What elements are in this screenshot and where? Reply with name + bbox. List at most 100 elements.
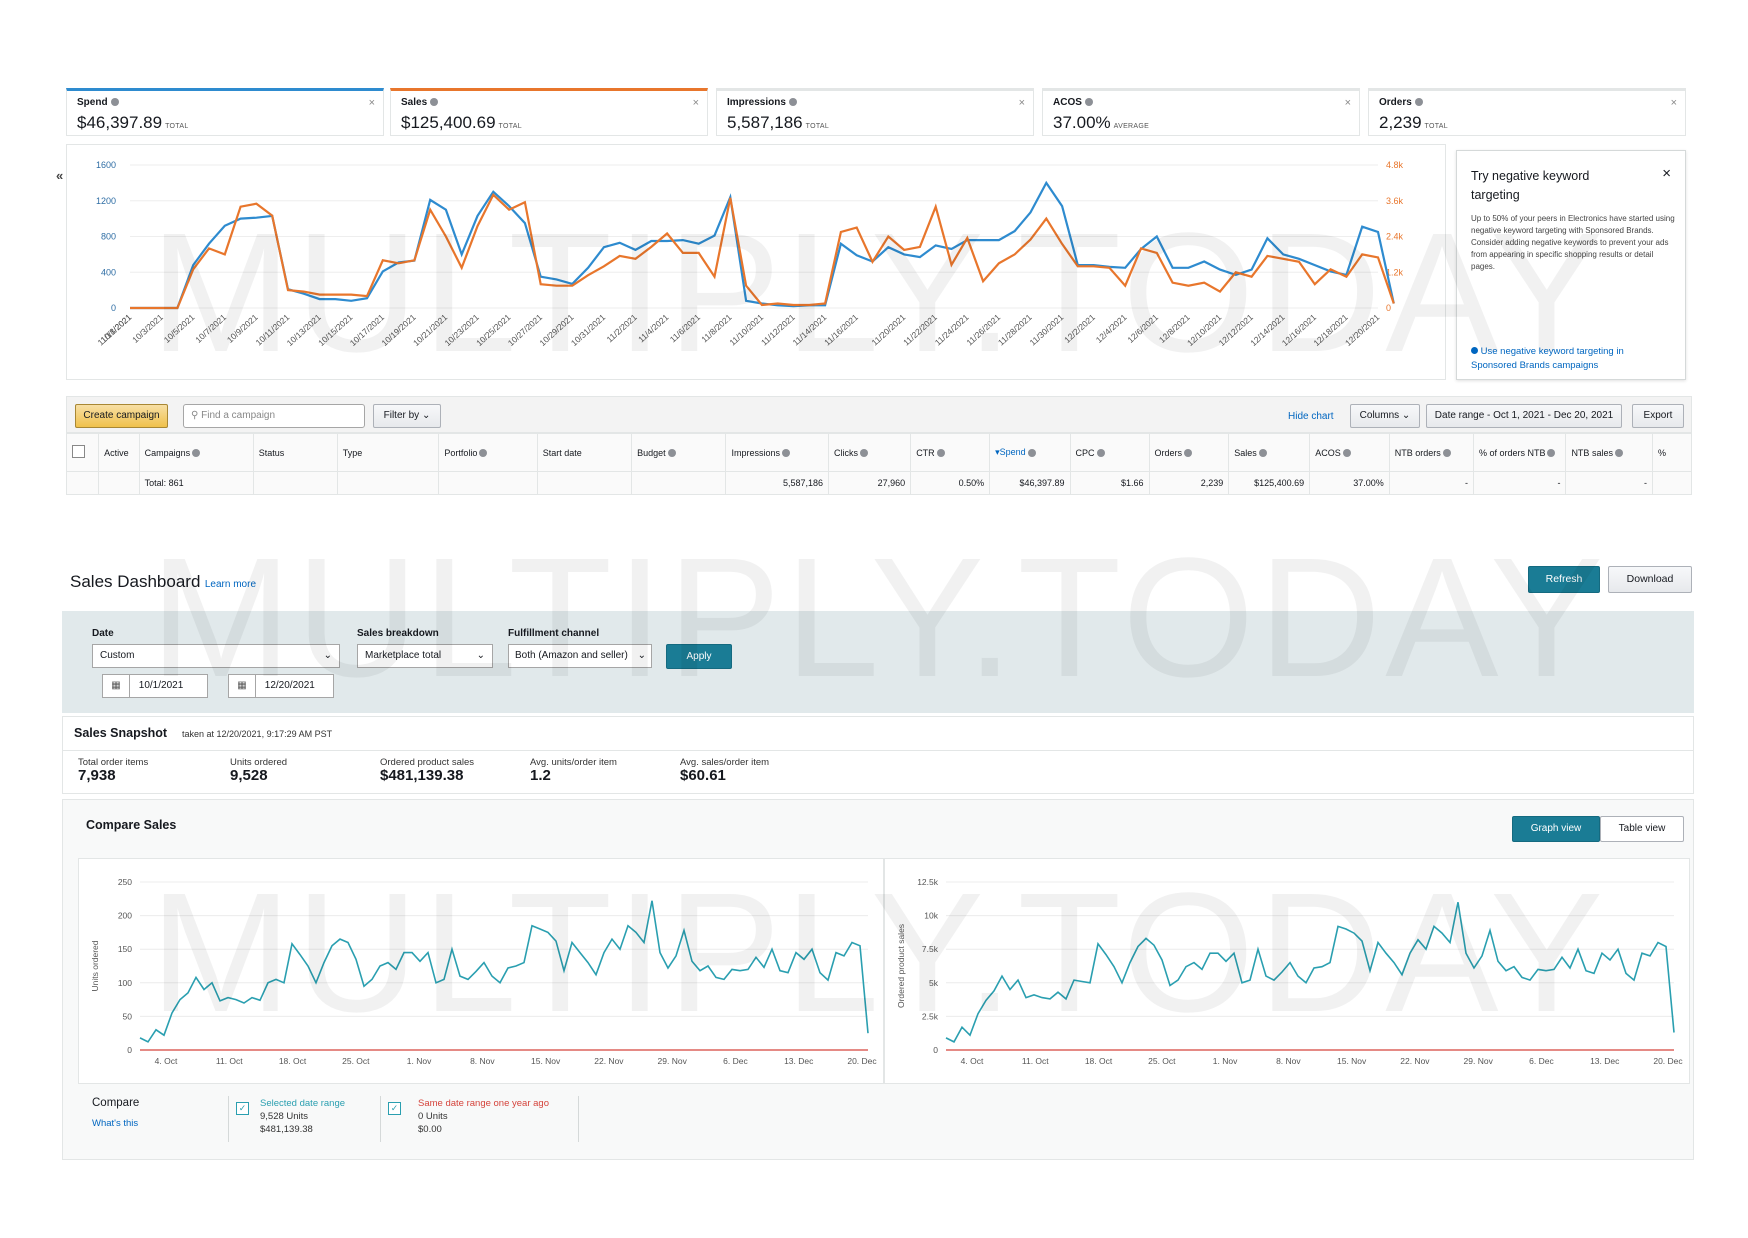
y-tick-label: 100: [118, 978, 132, 988]
date-select[interactable]: Custom ⌄: [92, 644, 340, 668]
column-header[interactable]: Orders: [1148, 433, 1230, 472]
table-cell: 27,960: [828, 471, 912, 495]
x-tick-label: 12/6/2021: [1125, 312, 1160, 345]
metric-label: Spend: [77, 97, 373, 108]
snapshot-value: $481,139.38: [380, 767, 464, 784]
x-tick-label: 25. Oct: [342, 1056, 370, 1066]
filter-by-button[interactable]: Filter by ⌄: [373, 404, 441, 428]
x-tick-label: 15. Nov: [1337, 1056, 1367, 1066]
column-header[interactable]: Status: [252, 433, 338, 472]
metric-card-orders[interactable]: Orders 2,239 TOTAL ×: [1368, 88, 1686, 136]
tip-body: Up to 50% of your peers in Electronics h…: [1471, 214, 1675, 271]
table-cell: 5,587,186: [725, 471, 830, 495]
close-icon[interactable]: ×: [1671, 97, 1677, 109]
year-ago-title: Same date range one year ago: [418, 1098, 549, 1109]
campaign-search-input[interactable]: ⚲ Find a campaign: [183, 404, 365, 428]
selected-range-line: [139, 900, 869, 1043]
close-icon[interactable]: ×: [369, 97, 375, 109]
metric-card-acos[interactable]: ACOS 37.00% AVERAGE ×: [1042, 88, 1360, 136]
select-all-checkbox[interactable]: [65, 433, 100, 472]
column-header[interactable]: Budget: [631, 433, 727, 472]
x-tick-label: 18. Oct: [279, 1056, 307, 1066]
chevron-down-icon: ⌄: [421, 410, 431, 421]
column-header[interactable]: %: [1651, 433, 1693, 472]
info-icon: [430, 98, 439, 107]
info-icon: [1084, 98, 1093, 107]
x-tick-label: 20. Dec: [847, 1056, 877, 1066]
metric-card-sales[interactable]: Sales $125,400.69 TOTAL ×: [390, 88, 708, 136]
compare-label: Compare: [92, 1097, 140, 1109]
spend-series-line: [130, 180, 1395, 310]
learn-more-link[interactable]: Learn more: [205, 579, 256, 590]
column-header[interactable]: Campaigns: [138, 433, 254, 472]
y-tick-label: 12.5k: [917, 877, 939, 887]
tip-panel: Try negative keyword targeting × Up to 5…: [1456, 150, 1686, 380]
tip-close-icon[interactable]: ×: [1662, 165, 1671, 182]
x-tick-label: 11. Oct: [1022, 1056, 1049, 1066]
x-tick-label: 12/20/2021: [1343, 312, 1382, 348]
close-icon[interactable]: ×: [693, 97, 699, 109]
column-header[interactable]: Start date: [536, 433, 633, 472]
export-button[interactable]: Export: [1632, 404, 1684, 428]
column-header[interactable]: Impressions: [725, 433, 830, 472]
x-tick-label: 8. Nov: [470, 1056, 495, 1066]
metric-value: 5,587,186 TOTAL: [727, 113, 830, 132]
end-date-value: 12/20/2021: [264, 680, 315, 691]
metric-card-spend[interactable]: Spend $46,397.89 TOTAL ×: [66, 88, 384, 136]
y2-tick-label: 0: [1386, 303, 1391, 313]
end-date-field[interactable]: ▦ 12/20/2021: [228, 674, 334, 698]
close-icon[interactable]: ×: [1019, 97, 1025, 109]
info-icon: [860, 449, 869, 458]
column-header[interactable]: Active: [98, 433, 140, 472]
column-header[interactable]: ▾Spend: [989, 433, 1071, 472]
date-range-button[interactable]: Date range - Oct 1, 2021 - Dec 20, 2021: [1426, 404, 1622, 428]
create-campaign-button[interactable]: Create campaign: [75, 404, 168, 428]
selected-range-checkbox[interactable]: ✓: [236, 1102, 249, 1115]
y-tick-label: 0: [127, 1045, 132, 1055]
column-header[interactable]: CPC: [1069, 433, 1150, 472]
metric-card-impressions[interactable]: Impressions 5,587,186 TOTAL ×: [716, 88, 1034, 136]
y-tick-label: 400: [101, 267, 116, 277]
download-button[interactable]: Download: [1608, 566, 1692, 593]
x-tick-label: 10/7/2021: [193, 312, 228, 345]
column-header[interactable]: NTB sales: [1565, 433, 1653, 472]
column-header[interactable]: ACOS: [1309, 433, 1390, 472]
refresh-button[interactable]: Refresh: [1528, 566, 1600, 593]
sales-breakdown-select[interactable]: Marketplace total ⌄: [357, 644, 493, 668]
column-header[interactable]: Clicks: [828, 433, 912, 472]
column-header[interactable]: % of orders NTB: [1472, 433, 1567, 472]
column-header[interactable]: Type: [336, 433, 440, 472]
apply-button[interactable]: Apply: [666, 644, 732, 669]
graph-view-tab[interactable]: Graph view: [1512, 816, 1600, 842]
columns-button[interactable]: Columns ⌄: [1350, 404, 1420, 428]
whats-this-link[interactable]: What's this: [92, 1118, 138, 1129]
info-icon: [1547, 449, 1556, 458]
metric-label: Impressions: [727, 97, 1023, 108]
close-icon[interactable]: ×: [1345, 97, 1351, 109]
fulfillment-channel-select[interactable]: Both (Amazon and seller) ⌄: [508, 644, 652, 668]
x-tick-label: 1. Nov: [1213, 1056, 1238, 1066]
collapse-icon[interactable]: «: [56, 168, 63, 183]
column-header[interactable]: CTR: [910, 433, 991, 472]
x-tick-label: 11/6/2021: [668, 312, 703, 344]
y-tick-label: 10k: [924, 911, 938, 921]
legend-divider: [578, 1096, 579, 1142]
table-view-tab[interactable]: Table view: [1600, 816, 1684, 842]
x-tick-label: 12/2/2021: [1062, 312, 1097, 345]
y2-tick-label: 2.4k: [1386, 232, 1404, 242]
start-date-field[interactable]: ▦ 10/1/2021: [102, 674, 208, 698]
column-header[interactable]: Portfolio: [438, 433, 538, 472]
tip-link[interactable]: Use negative keyword targeting in Sponso…: [1471, 345, 1671, 373]
hide-chart-link[interactable]: Hide chart: [1288, 411, 1334, 422]
chevron-down-icon: ⌄: [323, 650, 332, 661]
metric-label: Orders: [1379, 97, 1675, 108]
year-ago-units: 0 Units: [418, 1111, 448, 1122]
column-header[interactable]: NTB orders: [1388, 433, 1474, 472]
legend-divider: [380, 1096, 381, 1142]
info-icon: [110, 98, 119, 107]
y-tick-label: 2.5k: [922, 1011, 939, 1021]
column-header[interactable]: Sales: [1228, 433, 1311, 472]
y-axis-label: Ordered product sales: [896, 924, 906, 1008]
filter-by-label: Filter by: [383, 410, 420, 421]
year-ago-checkbox[interactable]: ✓: [388, 1102, 401, 1115]
